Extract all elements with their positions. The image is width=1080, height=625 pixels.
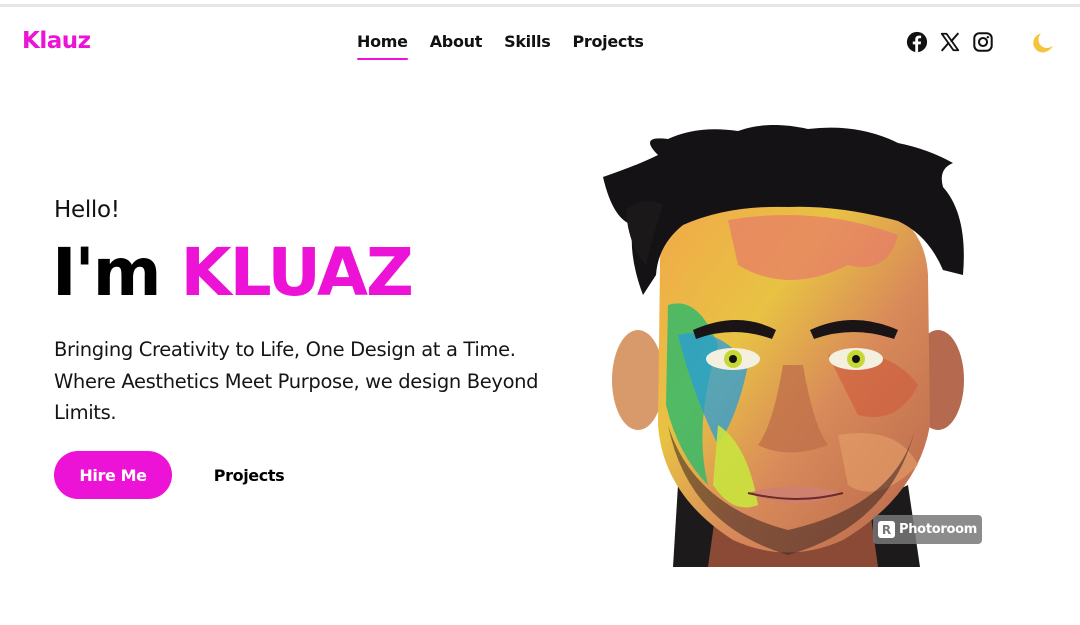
hero-greeting: Hello!: [54, 197, 120, 223]
nav-about[interactable]: About: [430, 32, 483, 51]
nav-home[interactable]: Home: [357, 32, 408, 60]
hero-tagline: Bringing Creativity to Life, One Design …: [54, 338, 539, 424]
theme-toggle[interactable]: [1030, 30, 1056, 56]
hero-intro: I'm: [52, 234, 162, 311]
photoroom-watermark: R Photoroom: [873, 515, 982, 544]
site-logo[interactable]: Klauz: [22, 28, 91, 54]
projects-button[interactable]: Projects: [202, 451, 296, 499]
top-border: [0, 4, 1080, 7]
instagram-icon[interactable]: [972, 31, 994, 53]
hero-portrait: [603, 125, 964, 567]
hero-headline: I'm KLUAZ: [52, 234, 414, 311]
nav-skills[interactable]: Skills: [504, 32, 551, 51]
photoroom-label: Photoroom: [899, 522, 977, 537]
x-icon[interactable]: [939, 31, 961, 53]
social-links: [906, 31, 994, 53]
photoroom-logo-icon: R: [878, 521, 895, 538]
moon-icon: [1033, 33, 1053, 53]
hire-me-button[interactable]: Hire Me: [54, 451, 172, 499]
main-nav: Home About Skills Projects: [357, 32, 666, 60]
facebook-icon[interactable]: [906, 31, 928, 53]
nav-projects[interactable]: Projects: [572, 32, 644, 51]
hero-name: KLUAZ: [180, 234, 414, 311]
